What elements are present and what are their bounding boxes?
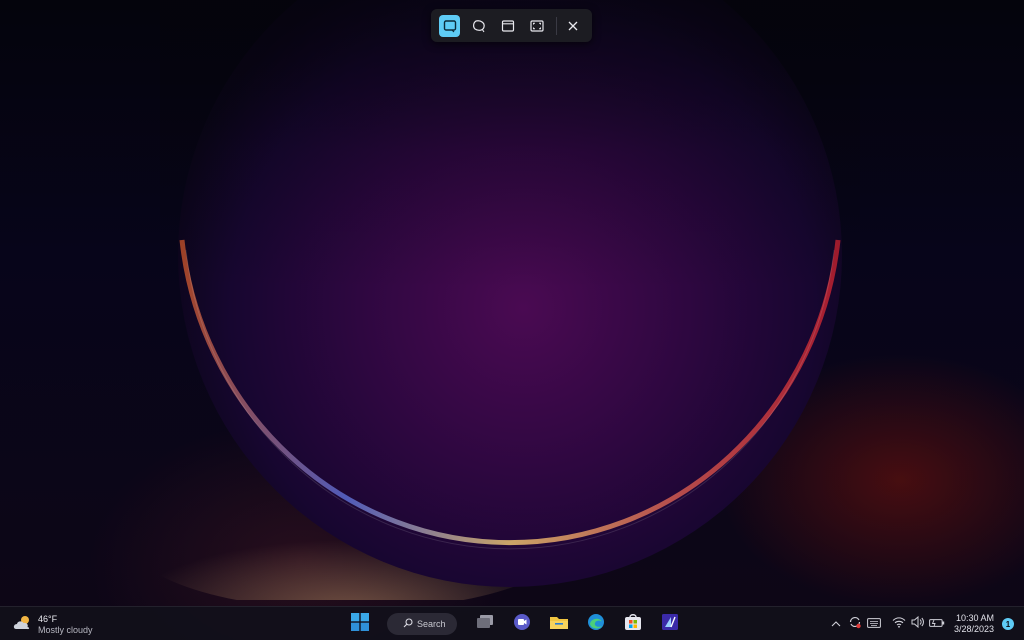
edge-icon [587,613,605,636]
taskbar: 46°F Mostly cloudy Search 10:30 AM 3/28/… [0,606,1024,640]
file-explorer-button[interactable] [545,610,573,638]
window-snip-icon [501,19,515,33]
wallpaper-sphere [160,0,860,600]
fullscreen-snip-button[interactable] [527,15,548,37]
chat-button[interactable] [508,610,536,638]
edge-button[interactable] [582,610,610,638]
weather-widget[interactable]: 46°F Mostly cloudy [12,612,93,638]
sync-status-button[interactable] [847,616,863,632]
task-view-button[interactable] [471,610,499,638]
fullscreen-snip-icon [530,19,544,33]
freeform-snip-icon [472,19,486,33]
app-button[interactable] [656,610,684,638]
chat-icon [513,613,531,636]
windows-start-icon [351,612,369,636]
close-icon [567,20,579,32]
search-icon [403,615,413,633]
taskbar-apps: Search [346,610,693,638]
system-tray: 10:30 AM 3/28/2023 1 [828,610,1014,638]
window-snip-button[interactable] [497,15,518,37]
toolbar-divider [555,16,557,35]
task-view-icon [476,614,494,635]
cloud-sun-icon [12,614,34,637]
sync-icon [848,615,862,634]
close-button[interactable] [563,15,584,37]
wifi-button[interactable] [891,616,907,632]
search-box[interactable]: Search [387,613,457,635]
volume-button[interactable] [910,615,926,633]
notification-badge[interactable]: 1 [1002,618,1014,630]
wifi-icon [892,615,906,633]
clock-time: 10:30 AM [955,613,994,623]
rectangle-snip-icon [443,19,457,33]
clock-date: 3/28/2023 [953,624,994,634]
battery-icon [929,615,945,633]
weather-condition: Mostly cloudy [38,625,93,635]
rectangle-snip-button[interactable] [439,14,461,37]
chevron-up-icon [831,615,841,633]
search-label: Search [417,619,446,629]
battery-button[interactable] [929,616,945,632]
volume-icon [911,615,925,633]
folder-icon [549,614,569,635]
clock[interactable]: 10:30 AM 3/28/2023 [954,613,994,635]
store-icon [624,613,642,636]
weather-temperature: 46°F [38,614,58,624]
store-button[interactable] [619,610,647,638]
keyboard-icon [867,615,881,633]
show-hidden-icons-button[interactable] [828,616,844,632]
desktop-wallpaper: 46°F Mostly cloudy Search 10:30 AM 3/28/… [0,0,1024,640]
keyboard-button[interactable] [866,616,882,632]
snipping-toolbar [431,9,592,42]
start-button[interactable] [346,610,374,638]
freeform-snip-button[interactable] [468,15,489,37]
app-icon [661,613,679,636]
